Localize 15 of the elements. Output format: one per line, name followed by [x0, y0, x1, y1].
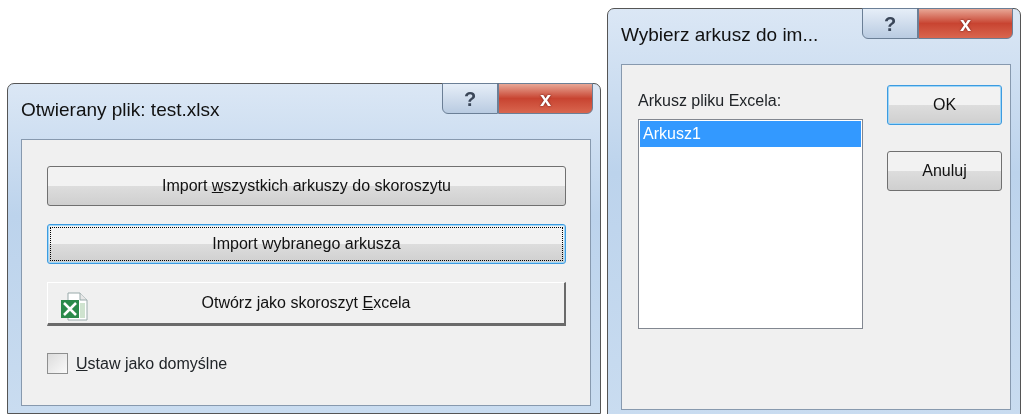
checkbox[interactable]: [47, 353, 68, 374]
ok-button[interactable]: OK: [887, 84, 1002, 125]
spreadsheet-icon: [58, 290, 90, 323]
import-button[interactable]: Import wybranego arkusza: [47, 223, 566, 264]
open-excel-button[interactable]: Otwórz jako skoroszyt Excela: [47, 281, 566, 326]
help-button[interactable]: ?: [862, 8, 918, 39]
window-title: Otwierany plik: test.xlsx: [21, 98, 220, 122]
checkbox-label[interactable]: Ustaw jako domyślne: [76, 351, 228, 376]
help-button[interactable]: ?: [442, 83, 498, 114]
cancel-button[interactable]: Anuluj: [887, 150, 1002, 191]
import-button[interactable]: Import wszystkich arkuszy do skoroszytu: [47, 165, 566, 206]
list-label: Arkusz pliku Excela:: [638, 90, 783, 111]
close-button[interactable]: x: [918, 8, 1013, 39]
window-title: Wybierz arkusz do im...: [621, 23, 819, 47]
close-button[interactable]: x: [498, 83, 593, 114]
